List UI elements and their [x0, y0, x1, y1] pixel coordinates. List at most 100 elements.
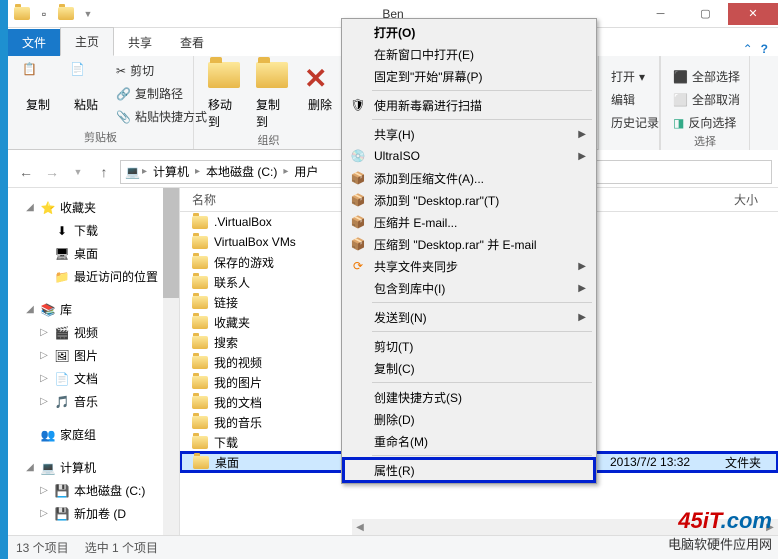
new-folder-icon[interactable]: [58, 6, 74, 22]
history-dropdown[interactable]: ▼: [66, 160, 90, 184]
tree-videos[interactable]: ▷🎬视频: [12, 321, 175, 344]
ctx-open[interactable]: 打开(O): [344, 21, 594, 43]
invert-selection-button[interactable]: ◨反向选择: [669, 112, 741, 133]
folder-icon: [192, 434, 208, 450]
tree-recent[interactable]: 📁最近访问的位置: [12, 265, 175, 288]
expand-icon[interactable]: ▷: [38, 396, 50, 407]
ctx-create-shortcut[interactable]: 创建快捷方式(S): [344, 386, 594, 408]
ctx-properties[interactable]: 属性(R): [344, 459, 594, 481]
download-icon: ⬇: [54, 223, 70, 239]
breadcrumb-drive[interactable]: 本地磁盘 (C:): [202, 163, 281, 180]
copy-button[interactable]: 📋 复制: [16, 60, 60, 115]
ctx-share[interactable]: 共享(H)▶: [344, 123, 594, 145]
paste-button[interactable]: 📄 粘贴: [64, 60, 108, 115]
edit-button[interactable]: 编辑: [607, 89, 651, 110]
library-icon: 📚: [40, 302, 56, 318]
select-all-button[interactable]: ⬛全部选择: [669, 66, 741, 87]
column-size[interactable]: 大小: [734, 191, 778, 208]
tab-file[interactable]: 文件: [8, 29, 60, 56]
context-menu: 打开(O) 在新窗口中打开(E) 固定到"开始"屏幕(P) 🛡使用新毒霸进行扫描…: [341, 18, 597, 484]
tree-pictures[interactable]: ▷🖼图片: [12, 344, 175, 367]
ctx-compress-desktop-email[interactable]: 📦压缩到 "Desktop.rar" 并 E-mail: [344, 233, 594, 255]
tree-homegroup[interactable]: 👥家庭组: [12, 423, 175, 446]
tree-drive-c[interactable]: ▷💾本地磁盘 (C:): [12, 479, 175, 502]
ctx-pin-start[interactable]: 固定到"开始"屏幕(P): [344, 65, 594, 87]
invert-icon: ◨: [673, 116, 684, 130]
tree-downloads[interactable]: ⬇下载: [12, 219, 175, 242]
desktop-icon: 🖥: [54, 246, 70, 262]
move-to-button[interactable]: 移动到: [202, 60, 246, 132]
close-button[interactable]: ✕: [728, 3, 778, 25]
scroll-left-icon[interactable]: ◀: [352, 522, 368, 533]
copy-to-button[interactable]: 复制到: [250, 60, 294, 132]
ctx-cut[interactable]: 剪切(T): [344, 335, 594, 357]
expand-icon[interactable]: ▷: [38, 350, 50, 361]
up-button[interactable]: ↑: [92, 160, 116, 184]
separator: [372, 119, 592, 120]
tree-documents[interactable]: ▷📄文档: [12, 367, 175, 390]
submenu-arrow-icon: ▶: [578, 312, 586, 323]
breadcrumb-users[interactable]: 用户: [290, 163, 322, 180]
tree-music[interactable]: ▷🎵音乐: [12, 390, 175, 413]
back-button[interactable]: ←: [14, 160, 38, 184]
collapse-icon[interactable]: ◢: [24, 304, 36, 315]
properties-icon[interactable]: ▫: [36, 6, 52, 22]
chevron-right-icon[interactable]: ▸: [283, 166, 288, 177]
ctx-sync-folder[interactable]: ⟳共享文件夹同步▶: [344, 255, 594, 277]
tab-view[interactable]: 查看: [166, 29, 218, 56]
qat-dropdown-icon[interactable]: ▼: [80, 6, 96, 22]
tree-libraries[interactable]: ◢📚库: [12, 298, 175, 321]
star-icon: ⭐: [40, 200, 56, 216]
minimize-button[interactable]: ─: [638, 3, 683, 25]
history-button[interactable]: 历史记录: [607, 112, 651, 133]
column-name[interactable]: 名称: [180, 191, 340, 208]
submenu-arrow-icon: ▶: [578, 261, 586, 272]
select-none-button[interactable]: ⬜全部取消: [669, 89, 741, 110]
ctx-open-new-window[interactable]: 在新窗口中打开(E): [344, 43, 594, 65]
separator: [372, 302, 592, 303]
computer-icon: 💻: [125, 165, 140, 179]
expand-icon[interactable]: ▷: [38, 508, 50, 519]
chevron-right-icon[interactable]: ▸: [142, 166, 147, 177]
ribbon-collapse-icon[interactable]: ⌃: [743, 42, 753, 56]
expand-icon[interactable]: ▷: [38, 373, 50, 384]
help-icon[interactable]: ?: [761, 42, 768, 56]
tab-home[interactable]: 主页: [60, 27, 114, 56]
folder-icon: [192, 234, 208, 250]
expand-icon[interactable]: ▷: [38, 485, 50, 496]
copyto-icon: [256, 62, 288, 94]
collapse-icon[interactable]: ◢: [24, 462, 36, 473]
navigation-tree[interactable]: ◢⭐收藏夹 ⬇下载 🖥桌面 📁最近访问的位置 ◢📚库 ▷🎬视频 ▷🖼图片 ▷📄文…: [8, 188, 180, 535]
breadcrumb-computer[interactable]: 计算机: [149, 163, 193, 180]
computer-icon: 💻: [40, 460, 56, 476]
ctx-ultraiso[interactable]: 💿UltraISO▶: [344, 145, 594, 167]
ctx-copy[interactable]: 复制(C): [344, 357, 594, 379]
folder-icon: [192, 374, 208, 390]
open-button[interactable]: 打开 ▾: [607, 66, 651, 87]
collapse-icon[interactable]: ◢: [24, 202, 36, 213]
ctx-scan[interactable]: 🛡使用新毒霸进行扫描: [344, 94, 594, 116]
ctx-add-desktop-rar[interactable]: 📦添加到 "Desktop.rar"(T): [344, 189, 594, 211]
tree-desktop[interactable]: 🖥桌面: [12, 242, 175, 265]
scrollbar-thumb[interactable]: [163, 188, 179, 298]
drive-icon: 💾: [54, 483, 70, 499]
status-selected-count: 选中 1 个项目: [85, 539, 158, 556]
copy-icon: 📋: [22, 62, 54, 94]
folder-icon: [192, 254, 208, 270]
ctx-rename[interactable]: 重命名(M): [344, 430, 594, 452]
tree-scrollbar[interactable]: [163, 188, 179, 535]
tree-computer[interactable]: ◢💻计算机: [12, 456, 175, 479]
ctx-add-archive[interactable]: 📦添加到压缩文件(A)...: [344, 167, 594, 189]
chevron-right-icon[interactable]: ▸: [195, 166, 200, 177]
tree-favorites[interactable]: ◢⭐收藏夹: [12, 196, 175, 219]
ctx-include-library[interactable]: 包含到库中(I)▶: [344, 277, 594, 299]
ctx-delete[interactable]: 删除(D): [344, 408, 594, 430]
delete-button[interactable]: ✕ 删除: [298, 60, 342, 115]
maximize-button[interactable]: ▢: [683, 3, 728, 25]
ctx-send-to[interactable]: 发送到(N)▶: [344, 306, 594, 328]
expand-icon[interactable]: ▷: [38, 327, 50, 338]
document-icon: 📄: [54, 371, 70, 387]
ctx-compress-email[interactable]: 📦压缩并 E-mail...: [344, 211, 594, 233]
tree-drive-new[interactable]: ▷💾新加卷 (D: [12, 502, 175, 525]
tab-share[interactable]: 共享: [114, 29, 166, 56]
